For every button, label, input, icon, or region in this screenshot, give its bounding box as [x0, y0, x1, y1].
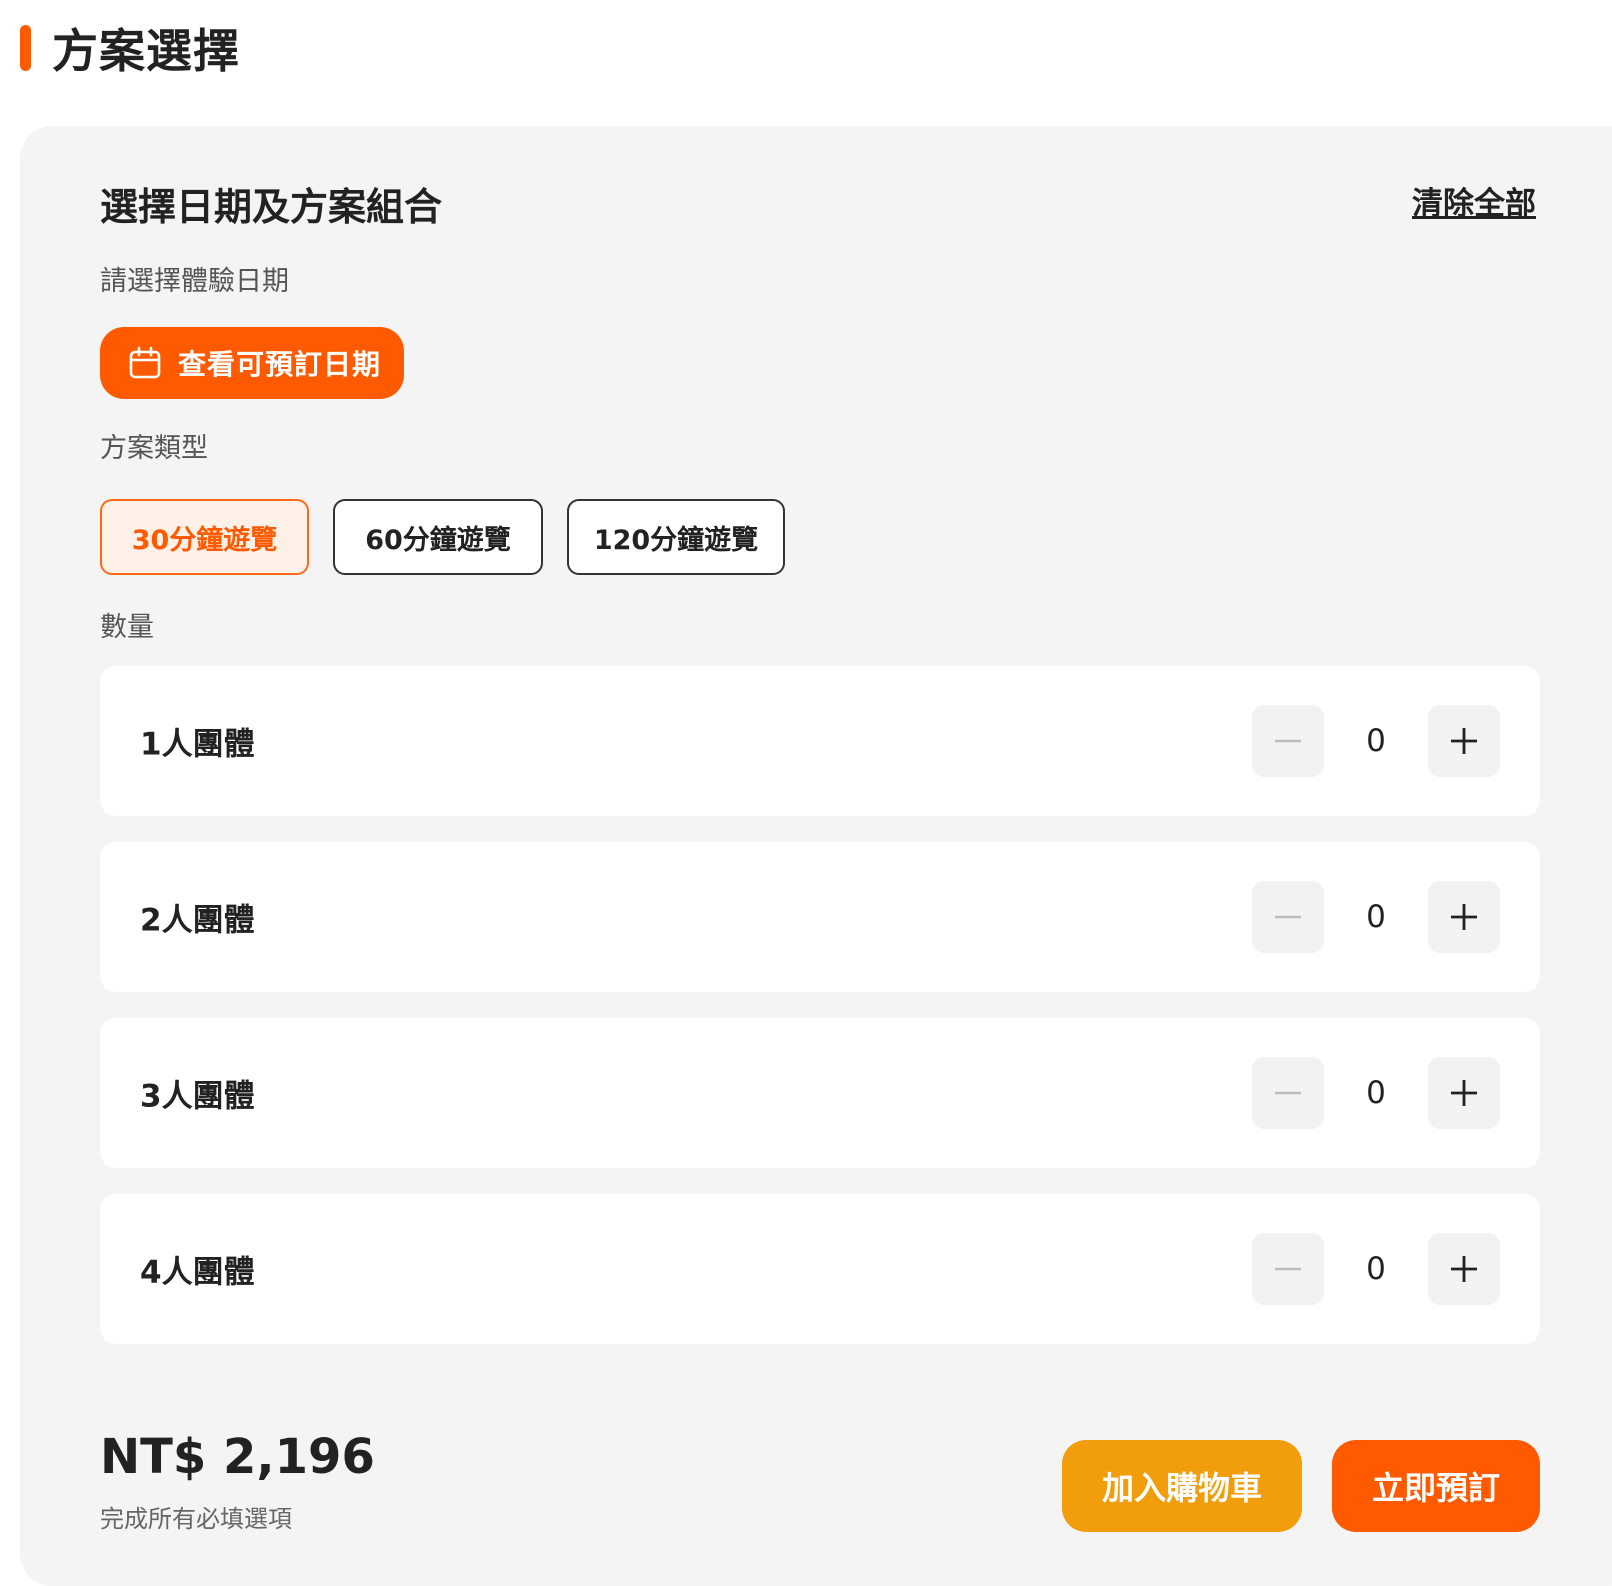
plus-icon [1451, 728, 1477, 754]
increment-button[interactable] [1428, 1233, 1500, 1305]
section-header: 方案選擇 [20, 20, 240, 78]
quantity-value: 0 [1366, 1075, 1386, 1111]
plan-option-120min[interactable]: 120分鐘遊覽 [567, 499, 785, 575]
plus-icon [1451, 1256, 1477, 1282]
view-available-dates-button[interactable]: 查看可預訂日期 [100, 327, 404, 399]
increment-button[interactable] [1428, 705, 1500, 777]
minus-icon [1275, 915, 1301, 919]
decrement-button[interactable] [1252, 881, 1324, 953]
minus-icon [1275, 1267, 1301, 1271]
total-price: NT$ 2,196 [100, 1429, 375, 1485]
quantity-row-label: 4人團體 [140, 1254, 255, 1291]
quantity-row-2: 2人團體 0 [100, 842, 1540, 992]
quantity-label: 數量 [100, 612, 154, 643]
view-available-dates-label: 查看可預訂日期 [178, 348, 382, 381]
minus-icon [1275, 1091, 1301, 1095]
decrement-button[interactable] [1252, 705, 1324, 777]
quantity-stepper: 0 [1252, 1233, 1500, 1305]
quantity-row-label: 1人團體 [140, 726, 255, 763]
panel-title: 選擇日期及方案組合 [100, 185, 443, 229]
add-to-cart-button[interactable]: 加入購物車 [1062, 1440, 1302, 1532]
clear-all-link[interactable]: 清除全部 [1412, 178, 1536, 223]
increment-button[interactable] [1428, 881, 1500, 953]
quantity-stepper: 0 [1252, 1057, 1500, 1129]
quantity-row-label: 3人團體 [140, 1078, 255, 1115]
section-title: 方案選擇 [52, 24, 240, 78]
quantity-row-3: 3人團體 0 [100, 1018, 1540, 1168]
quantity-value: 0 [1366, 1251, 1386, 1287]
quantity-row-1: 1人團體 0 [100, 666, 1540, 816]
decrement-button[interactable] [1252, 1233, 1324, 1305]
quantity-stepper: 0 [1252, 705, 1500, 777]
plan-option-60min[interactable]: 60分鐘遊覽 [333, 499, 543, 575]
quantity-value: 0 [1366, 899, 1386, 935]
calendar-icon [128, 346, 162, 380]
plus-icon [1451, 904, 1477, 930]
decrement-button[interactable] [1252, 1057, 1324, 1129]
plan-type-label: 方案類型 [100, 433, 208, 464]
quantity-row-label: 2人團體 [140, 902, 255, 939]
quantity-stepper: 0 [1252, 881, 1500, 953]
minus-icon [1275, 739, 1301, 743]
plus-icon [1451, 1080, 1477, 1106]
quantity-row-4: 4人團體 0 [100, 1194, 1540, 1344]
plan-option-30min[interactable]: 30分鐘遊覽 [100, 499, 309, 575]
date-label: 請選擇體驗日期 [100, 266, 289, 297]
required-fields-note: 完成所有必填選項 [100, 1505, 292, 1533]
quantity-value: 0 [1366, 723, 1386, 759]
increment-button[interactable] [1428, 1057, 1500, 1129]
accent-bar [20, 25, 31, 71]
plan-type-options: 30分鐘遊覽 60分鐘遊覽 120分鐘遊覽 [100, 499, 785, 575]
book-now-button[interactable]: 立即預訂 [1332, 1440, 1540, 1532]
plan-selection-panel: 選擇日期及方案組合 清除全部 請選擇體驗日期 查看可預訂日期 方案類型 30分鐘… [20, 126, 1612, 1586]
